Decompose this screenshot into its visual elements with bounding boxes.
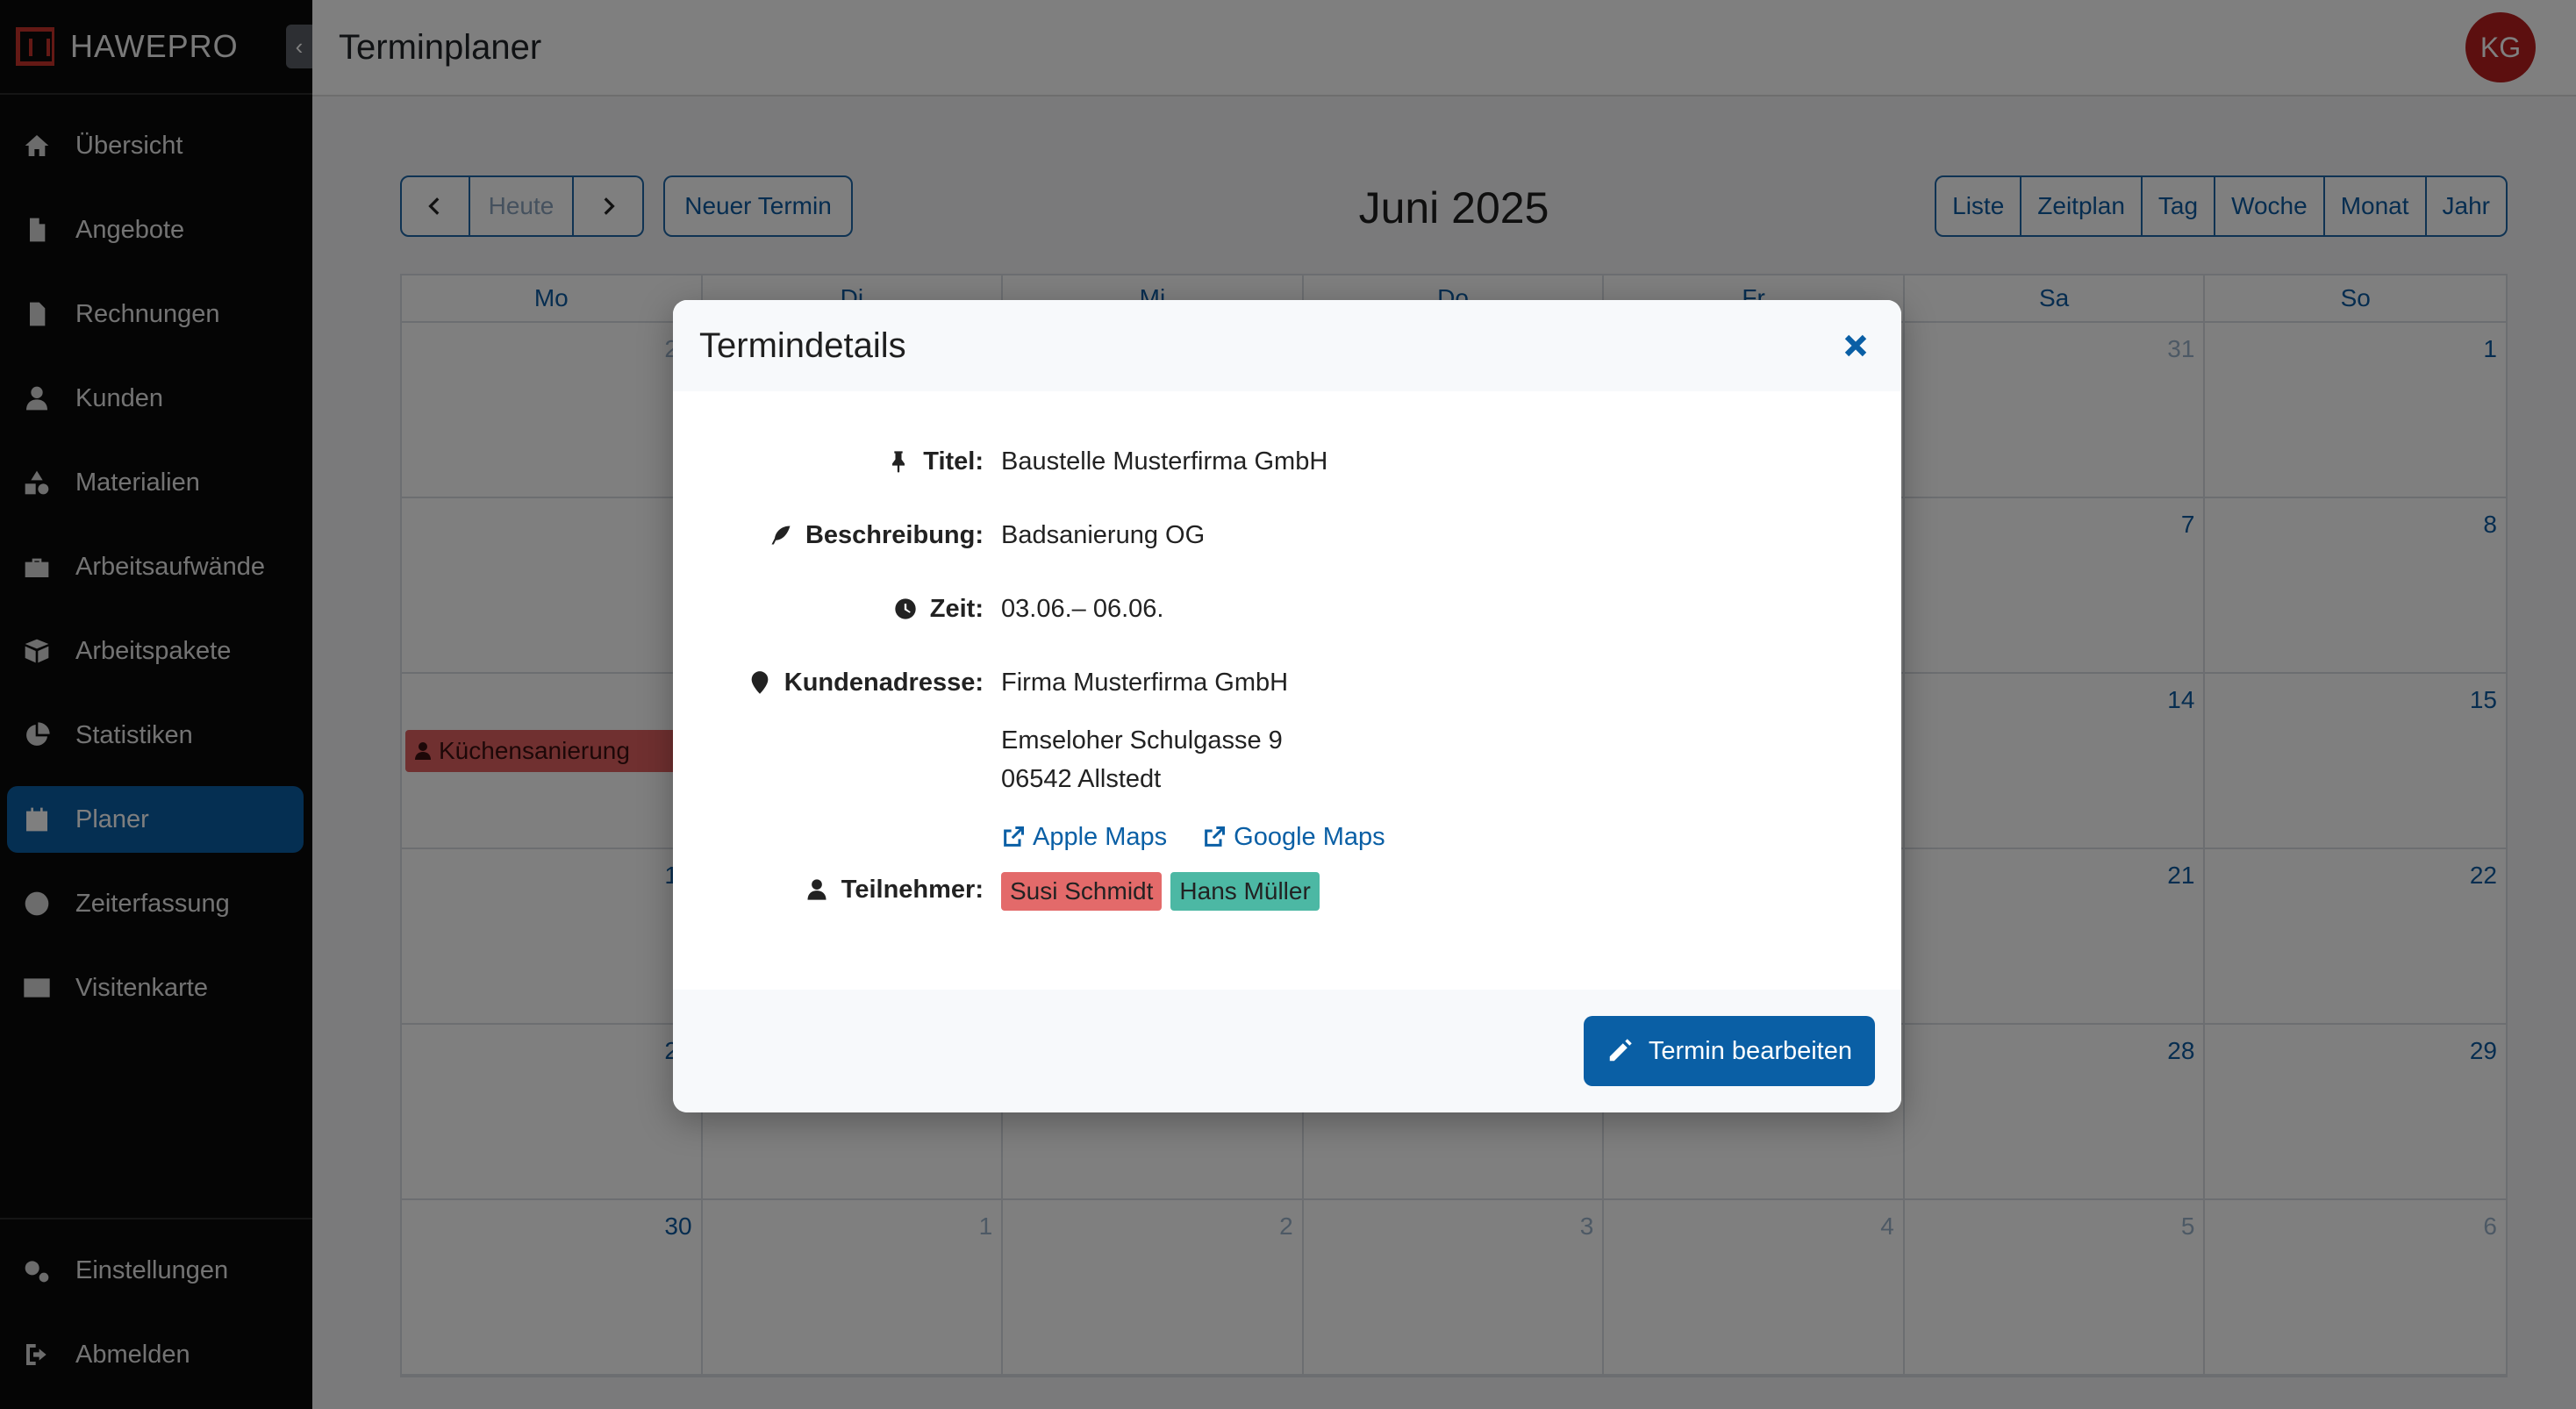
participant-tags: Susi Schmidt Hans Müller [1001,872,1320,911]
participants-label-text: Teilnehmer: [841,875,984,904]
time-label-text: Zeit: [929,594,984,623]
edit-event-label: Termin bearbeiten [1648,1036,1852,1065]
external-link-icon [1004,826,1025,847]
address-value: Firma Musterfirma GmbH Emseloher Schulga… [1001,665,1385,855]
address-label-text: Kundenadresse: [784,668,984,697]
apple-maps-link[interactable]: Apple Maps [1001,819,1167,855]
description-value: Badsanierung OG [1001,521,1206,549]
address-label: Kundenadresse: [673,665,984,700]
address-company: Firma Musterfirma GmbH [1001,669,1289,697]
address-street: Emseloher Schulgasse 9 [1001,726,1283,755]
map-links: Apple Maps Google Maps [1001,819,1385,855]
pencil-icon [1609,1039,1632,1062]
description-row: Beschreibung: Badsanierung OG [673,518,1901,591]
clock-icon [895,598,916,619]
feather-icon [771,526,791,545]
google-maps-label: Google Maps [1234,823,1385,851]
time-label: Zeit: [673,591,984,626]
address-lines: Emseloher Schulgasse 9 06542 Allstedt [1001,721,1385,798]
title-value: Baustelle Musterfirma GmbH [1001,447,1328,476]
title-row: Titel: Baustelle Musterfirma GmbH [673,444,1901,518]
modal-footer: Termin bearbeiten [673,990,1901,1112]
edit-event-button[interactable]: Termin bearbeiten [1583,1016,1875,1086]
participants-row: Teilnehmer: Susi Schmidt Hans Müller [673,872,1901,946]
participant-tag: Susi Schmidt [1001,872,1163,911]
user-icon [807,879,826,900]
pin-icon [892,451,905,473]
google-maps-link[interactable]: Google Maps [1202,819,1385,855]
participants-label: Teilnehmer: [673,872,984,907]
event-details-modal: Termindetails Titel: Baustelle Musterfir… [673,300,1901,1112]
modal-header: Termindetails [673,300,1901,391]
title-label-text: Titel: [923,447,984,476]
time-row: Zeit: 03.06.– 06.06. [673,591,1901,665]
modal-title: Termindetails [699,325,906,365]
location-pin-icon [751,671,769,694]
description-label-text: Beschreibung: [805,520,984,549]
apple-maps-label: Apple Maps [1033,823,1168,851]
time-value: 03.06.– 06.06. [1001,595,1164,623]
description-label: Beschreibung: [673,518,984,553]
close-button[interactable] [1836,326,1875,365]
address-row: Kundenadresse: Firma Musterfirma GmbH Em… [673,665,1901,855]
title-label: Titel: [673,444,984,479]
address-city: 06542 Allstedt [1001,765,1162,793]
modal-body: Titel: Baustelle Musterfirma GmbH Beschr… [673,391,1901,946]
external-link-icon [1205,826,1226,847]
participant-tag: Hans Müller [1170,872,1320,911]
close-icon [1844,334,1867,357]
